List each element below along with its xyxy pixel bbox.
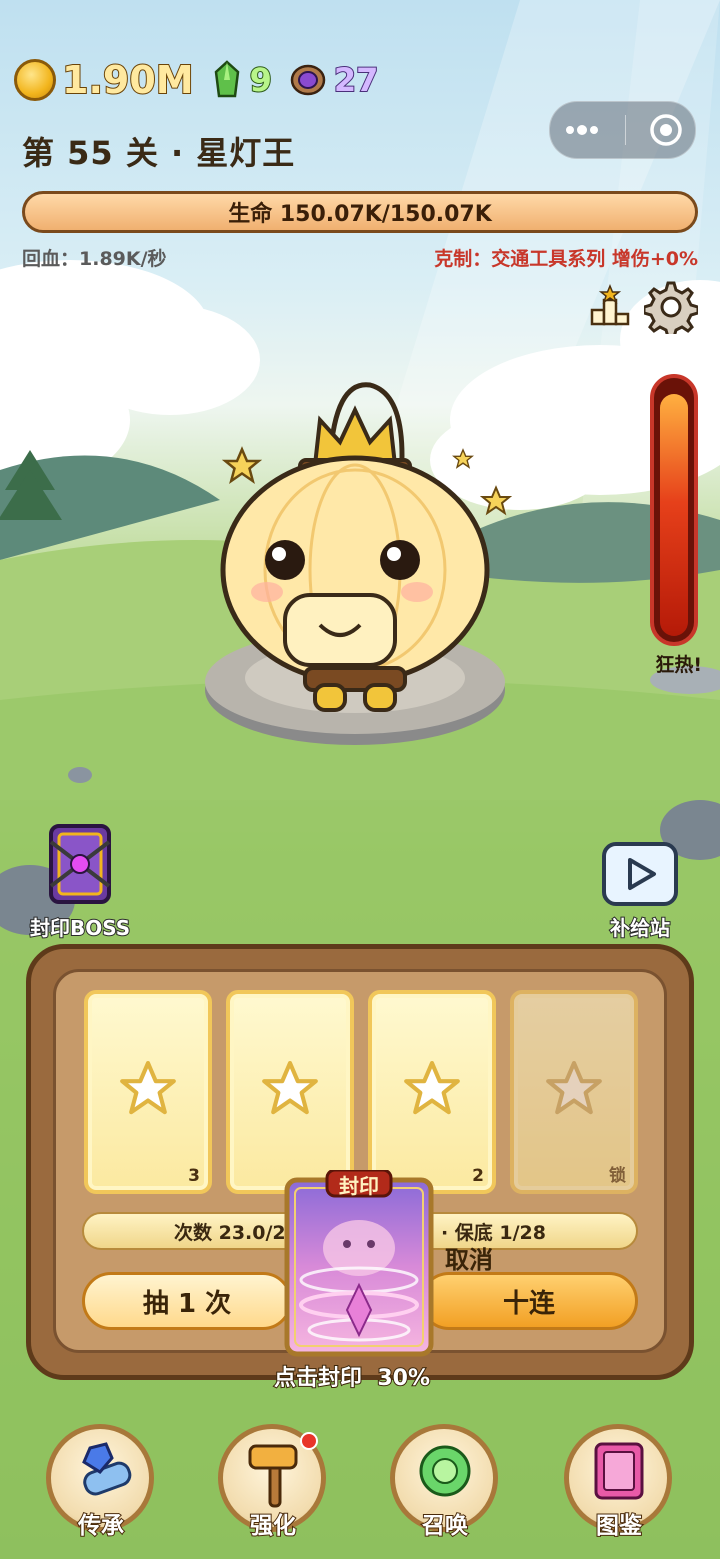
draw-ten-button[interactable]: 十连 <box>420 1272 638 1330</box>
settings-gear-icon[interactable] <box>644 280 698 334</box>
ranking-podium-icon[interactable] <box>588 284 632 328</box>
slot-card-1[interactable]: 3 <box>84 990 212 1194</box>
nav-summon-label: 召唤 <box>421 1512 469 1540</box>
close-target-icon[interactable] <box>649 113 683 147</box>
purple-gem-amount: 27 <box>333 60 380 100</box>
sparkle-star-icon <box>480 485 512 516</box>
resource-bar: 1.90M 9 27 <box>14 57 380 103</box>
nav-enhance[interactable]: 强化 <box>218 1420 328 1550</box>
supply-station-label: 补给站 <box>609 915 671 941</box>
nav-codex[interactable]: 图鉴 <box>564 1420 674 1550</box>
boss-hp-text: 生命 150.07K/150.07K <box>228 202 492 227</box>
seal-boss-label: 封印BOSS <box>29 915 131 941</box>
seal-hint: 点击封印 30% <box>273 1360 431 1392</box>
star-icon <box>546 1061 602 1115</box>
seal-hint-text: 点击封印 <box>273 1365 363 1392</box>
star-icon <box>120 1061 176 1115</box>
more-options-icon[interactable] <box>562 124 602 136</box>
book-icon <box>594 1442 644 1500</box>
gold-amount: 1.90M <box>61 57 195 103</box>
nav-codex-label: 图鉴 <box>595 1512 643 1540</box>
purple-stone-icon <box>290 64 326 96</box>
cancel-button[interactable]: 取消 <box>445 1240 493 1275</box>
seal-percent: 30% <box>376 1365 431 1392</box>
seal-boss-button[interactable]: 封印BOSS <box>29 822 131 941</box>
hammer-icon <box>248 1444 298 1508</box>
draw-count-text: 次数 23.0/2 <box>174 1221 286 1244</box>
slot-card-badge: 2 <box>472 1166 484 1186</box>
scroll-gem-icon <box>82 1442 132 1496</box>
boss-hp-bar: 生命 150.07K/150.07K <box>22 191 698 233</box>
game-scene: 1.90M 9 27 第 55 关 · 星灯王 生命 150.07K/150.0… <box>0 0 720 1559</box>
rage-meter <box>650 374 698 646</box>
regen-text: 回血：1.89K/秒 <box>22 248 167 270</box>
nav-summon[interactable]: 召唤 <box>390 1420 500 1550</box>
rage-label: 狂热! <box>655 654 702 676</box>
notification-dot <box>300 1432 318 1450</box>
rage-meter-fill <box>660 394 688 636</box>
slot-card-3[interactable]: 2 <box>368 990 496 1194</box>
play-video-icon <box>602 842 678 906</box>
miniprogram-capsule <box>549 101 696 159</box>
star-icon <box>262 1061 318 1115</box>
supply-station-button[interactable]: 补给站 <box>600 842 680 941</box>
nav-inherit-label: 传承 <box>77 1512 125 1540</box>
lock-label: 锁 <box>609 1166 626 1186</box>
slot-card-badge: 3 <box>188 1166 200 1186</box>
nav-enhance-label: 强化 <box>249 1512 297 1540</box>
summon-orb-icon <box>419 1445 471 1497</box>
bottom-nav: 传承 强化 召唤 图鉴 <box>0 1420 720 1550</box>
sealed-book-icon <box>49 824 112 904</box>
level-title: 第 55 关 · 星灯王 <box>22 134 296 172</box>
capsule-divider <box>624 115 626 145</box>
sparkle-star-icon <box>222 446 262 484</box>
green-crystal-icon <box>214 60 239 98</box>
slot-card-4-locked[interactable]: 锁 <box>510 990 638 1194</box>
seal-card-title: 封印 <box>339 1174 379 1198</box>
nav-inherit[interactable]: 传承 <box>46 1420 156 1550</box>
draw-one-button[interactable]: 抽 1 次 <box>82 1272 292 1330</box>
green-gem-amount: 9 <box>249 60 273 100</box>
slot-card-2[interactable] <box>226 990 354 1194</box>
counter-text: 克制：交通工具系列 增伤+0% <box>434 248 698 270</box>
seal-card[interactable]: 封印 <box>283 1168 435 1358</box>
boss-lantern-king[interactable] <box>195 370 515 720</box>
sparkle-star-icon <box>452 448 474 469</box>
gold-coin-icon <box>14 59 56 101</box>
star-icon <box>404 1061 460 1115</box>
